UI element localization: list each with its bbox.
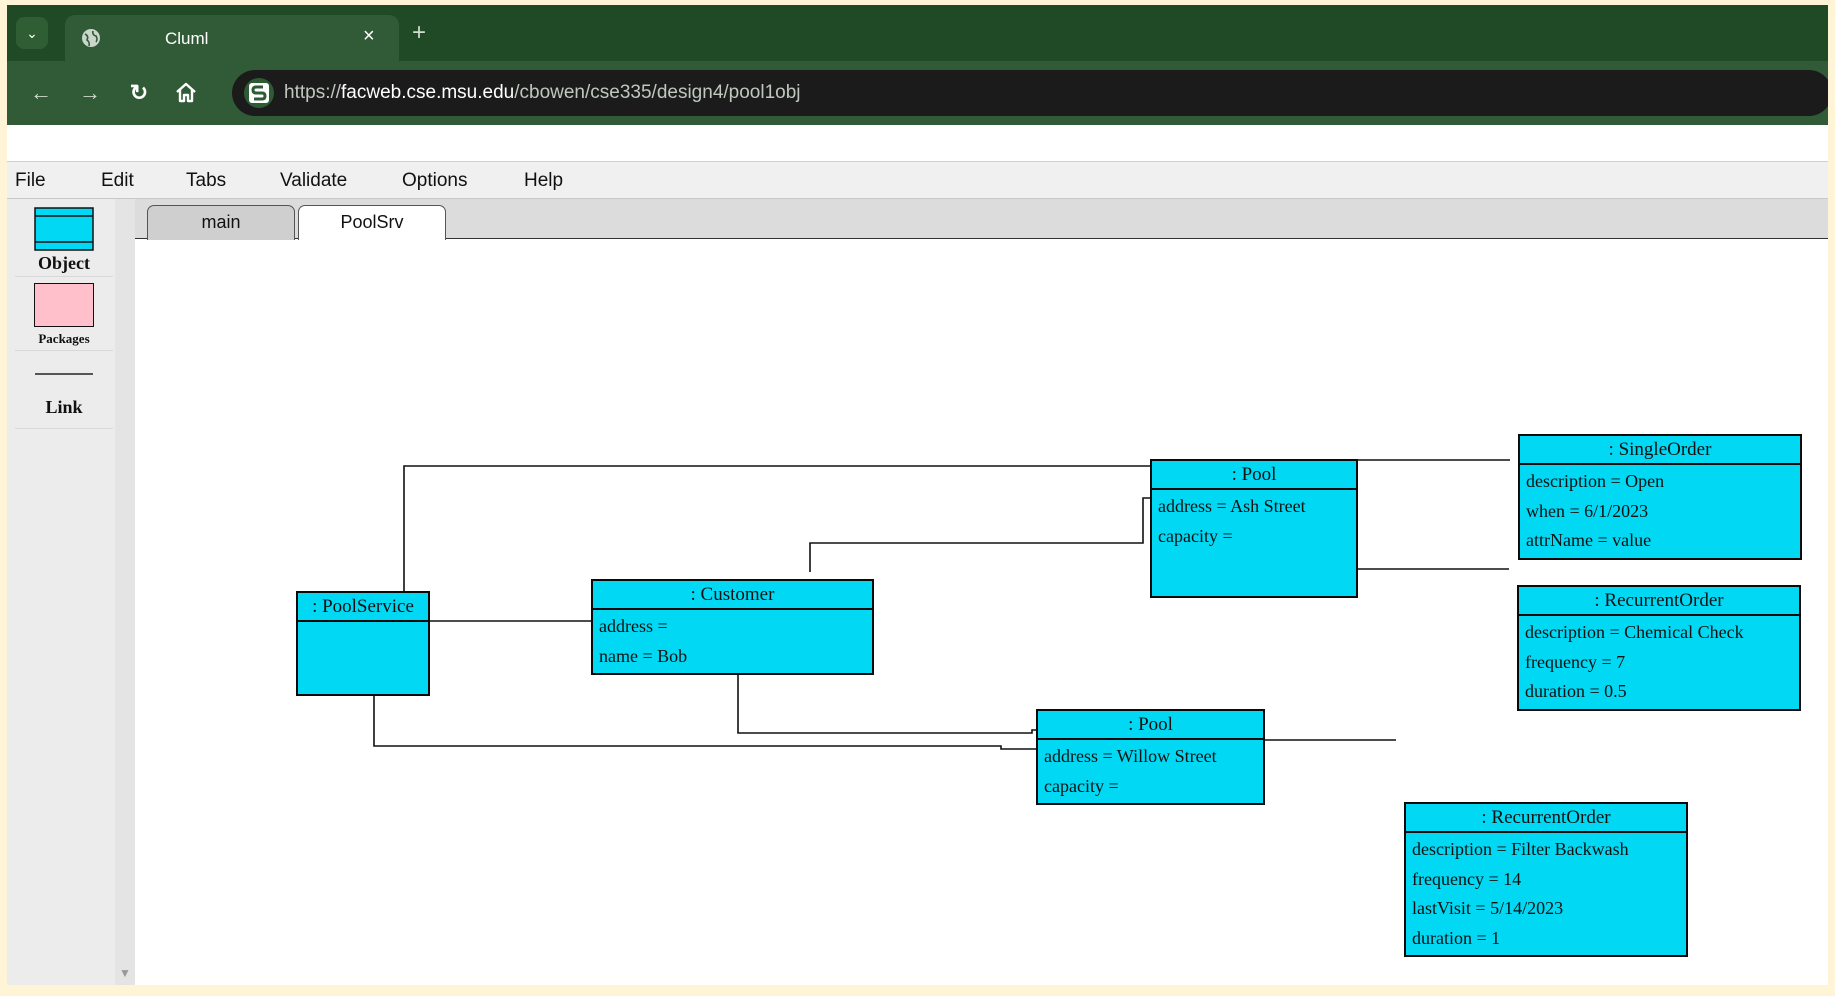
url-host: facweb.cse.msu.edu [341, 82, 515, 103]
menu-edit[interactable]: Edit [101, 170, 134, 192]
tab-poolsrv[interactable]: PoolSrv [298, 205, 446, 241]
palette-scrollbar[interactable]: ▼ [115, 199, 135, 990]
object-poolservice[interactable]: : PoolService [296, 591, 430, 696]
menu-file[interactable]: File [15, 170, 46, 192]
object-pool-ash[interactable]: : Pool address = Ash Street capacity = [1150, 459, 1358, 598]
palette-object-label: Object [38, 253, 90, 273]
attribute: frequency = 14 [1412, 868, 1522, 889]
attribute: capacity = [1158, 525, 1233, 546]
package-tool-icon [34, 283, 94, 327]
browser-tabstrip: ⌄ Cluml × + [7, 5, 1828, 61]
object-attributes: description = Filter Backwash frequency … [1406, 833, 1686, 955]
browser-toolbar: ← → ↻ https://facweb.cse.msu.edu/cbowen/… [7, 61, 1828, 125]
reload-icon[interactable]: ↻ [125, 79, 153, 107]
link-tool-icon [35, 373, 93, 375]
bottom-edge [0, 985, 1835, 996]
object-pool-willow[interactable]: : Pool address = Willow Street capacity … [1036, 709, 1265, 805]
attribute: name = Bob [599, 645, 688, 666]
object-attributes: address = Willow Street capacity = [1038, 740, 1263, 803]
attribute: description = Filter Backwash [1412, 839, 1629, 859]
close-tab-icon[interactable]: × [363, 25, 375, 48]
browser-tab-active[interactable]: Cluml × [65, 15, 399, 61]
url-path: /cbowen/cse335/design4/pool1obj [514, 82, 801, 103]
tool-palette: Object Packages Link ▼ [7, 199, 135, 990]
globe-icon [82, 29, 100, 47]
object-title: : SingleOrder [1520, 436, 1800, 465]
object-attributes: description = Chemical Check frequency =… [1519, 616, 1799, 709]
browser-window: ⌄ Cluml × + ← → ↻ https://facweb.cse.msu… [7, 5, 1828, 990]
site-info-icon[interactable] [244, 78, 274, 108]
cluml-app: File Edit Tabs Validate Options Help Obj… [7, 125, 1828, 990]
object-title: : RecurrentOrder [1519, 587, 1799, 616]
attribute: when = 6/1/2023 [1526, 500, 1649, 521]
link-poolservice-pool-willow [373, 672, 1036, 750]
object-attributes: description = Open when = 6/1/2023 attrN… [1520, 465, 1800, 558]
palette-packages[interactable]: Packages [15, 283, 113, 351]
url-text: https://facweb.cse.msu.edu/cbowen/cse335… [284, 82, 801, 104]
home-icon[interactable] [174, 81, 198, 105]
address-bar[interactable]: https://facweb.cse.msu.edu/cbowen/cse335… [232, 70, 1828, 116]
diagram-tab-bar: main PoolSrv [135, 199, 1828, 241]
object-title: : PoolService [298, 593, 428, 622]
tab-main[interactable]: main [147, 205, 295, 240]
diagram-canvas[interactable]: : PoolService : Customer address = name … [135, 240, 1828, 990]
palette-link[interactable]: Link [15, 359, 113, 429]
palette-object[interactable]: Object [15, 207, 113, 277]
chevron-down-icon: ⌄ [26, 24, 38, 41]
palette-packages-label: Packages [38, 331, 90, 346]
link-customer-pool-ash [809, 497, 1151, 572]
url-scheme: https:// [284, 82, 342, 103]
attribute: description = Chemical Check [1525, 622, 1744, 642]
object-title: : RecurrentOrder [1406, 804, 1686, 833]
menu-validate[interactable]: Validate [280, 170, 347, 192]
object-title: : Customer [593, 581, 872, 610]
browser-tab-title: Cluml [165, 29, 209, 48]
object-recurrentorder-chemical[interactable]: : RecurrentOrder description = Chemical … [1517, 585, 1801, 711]
tab-search-button[interactable]: ⌄ [16, 17, 48, 49]
object-singleorder[interactable]: : SingleOrder description = Open when = … [1518, 434, 1802, 560]
menu-bar: File Edit Tabs Validate Options Help [7, 161, 1828, 199]
scroll-down-icon[interactable]: ▼ [119, 966, 131, 980]
attribute: description = Open [1526, 471, 1665, 491]
attribute: address = Ash Street [1158, 496, 1306, 516]
menu-tabs[interactable]: Tabs [186, 170, 226, 192]
object-customer[interactable]: : Customer address = name = Bob [591, 579, 874, 675]
object-attributes: address = name = Bob [593, 610, 872, 673]
forward-arrow-icon[interactable]: → [76, 79, 104, 107]
back-arrow-icon[interactable]: ← [27, 79, 55, 107]
object-title: : Pool [1152, 461, 1356, 490]
menu-help[interactable]: Help [524, 170, 563, 192]
attribute: capacity = [1044, 775, 1119, 796]
object-attributes: address = Ash Street capacity = [1152, 490, 1356, 553]
attribute: address = [599, 616, 668, 636]
object-tool-icon [34, 207, 94, 251]
object-title: : Pool [1038, 711, 1263, 740]
msu-logo-icon [249, 83, 269, 103]
attribute: address = Willow Street [1044, 746, 1217, 766]
attribute: frequency = 7 [1525, 651, 1626, 672]
attribute: duration = 1 [1412, 927, 1501, 948]
attribute: duration = 0.5 [1525, 681, 1627, 701]
object-recurrentorder-backwash[interactable]: : RecurrentOrder description = Filter Ba… [1404, 802, 1688, 957]
attribute: lastVisit = 5/14/2023 [1412, 898, 1564, 918]
new-tab-button[interactable]: + [412, 21, 426, 45]
palette-link-label: Link [45, 397, 83, 417]
attribute: attrName = value [1526, 530, 1652, 550]
menu-options[interactable]: Options [402, 170, 467, 192]
